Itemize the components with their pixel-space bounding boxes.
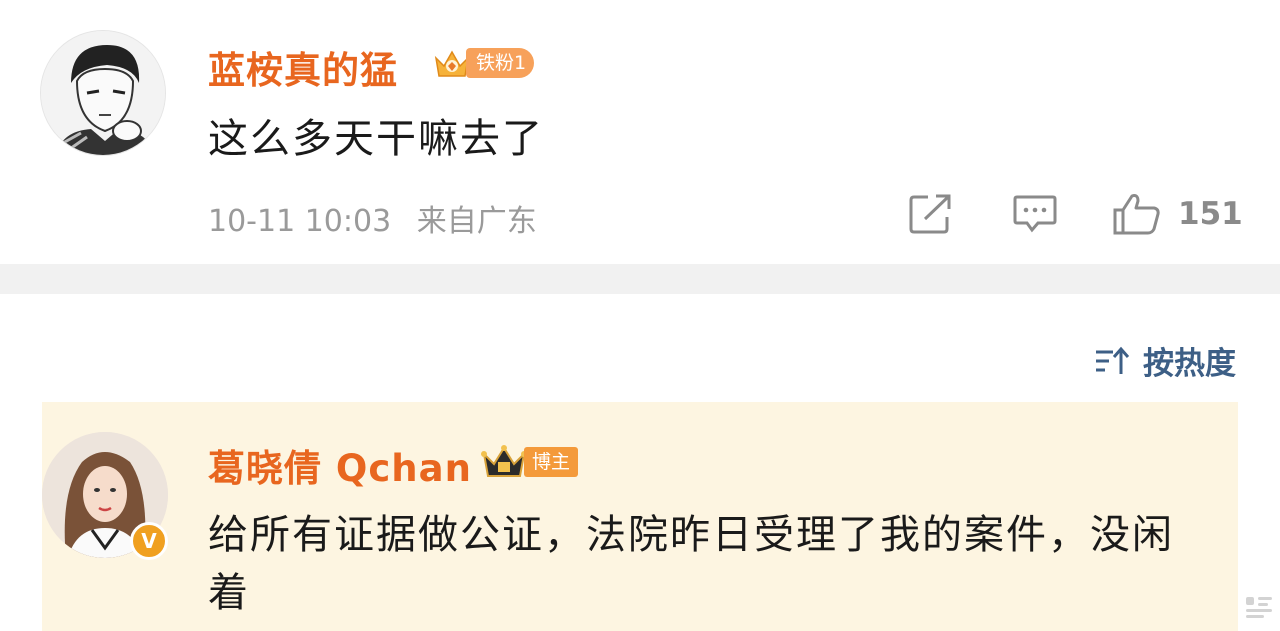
comment-location: 来自广东 bbox=[416, 204, 537, 239]
section-divider bbox=[0, 264, 1280, 294]
like-button[interactable]: 151 bbox=[1112, 192, 1243, 236]
owner-badge: 博主 bbox=[480, 442, 579, 482]
fan-badge-label: 铁粉1 bbox=[466, 48, 535, 78]
comment-icon bbox=[1013, 195, 1057, 233]
username[interactable]: 葛晓倩 Qchan bbox=[208, 438, 472, 492]
comment-meta: 10-11 10:03 来自广东 bbox=[208, 196, 537, 240]
owner-badge-label: 博主 bbox=[524, 447, 579, 477]
like-count: 151 bbox=[1178, 196, 1243, 232]
verified-badge-label: V bbox=[141, 529, 157, 553]
comment-item: 蓝桉真的猛 铁粉1 这么多天干嘛去了 10-11 10:03 来自广东 151 bbox=[0, 0, 1280, 264]
sort-toggle[interactable]: 按热度 bbox=[1093, 338, 1236, 383]
crown-icon bbox=[481, 445, 527, 477]
watermark-logo bbox=[1244, 595, 1274, 625]
share-icon bbox=[909, 194, 951, 234]
comment-item-highlighted: V 葛晓倩 Qchan 博主 给所有证据做公证，法院昨日受理了我的案件，没闲着 bbox=[42, 402, 1238, 631]
comment-date: 10-11 10:03 bbox=[208, 204, 392, 239]
comment-text: 给所有证据做公证，法院昨日受理了我的案件，没闲着 bbox=[208, 512, 1174, 616]
like-icon bbox=[1113, 194, 1160, 235]
user-avatar[interactable] bbox=[40, 30, 166, 156]
share-button[interactable] bbox=[908, 192, 954, 236]
sort-label: 按热度 bbox=[1143, 346, 1236, 382]
reply-button[interactable] bbox=[1012, 192, 1058, 236]
sort-icon bbox=[1096, 346, 1130, 374]
username[interactable]: 蓝桉真的猛 bbox=[208, 40, 398, 94]
fan-badge[interactable]: 铁粉1 bbox=[432, 44, 535, 82]
verified-badge: V bbox=[130, 522, 168, 560]
comment-text: 这么多天干嘛去了 bbox=[208, 116, 544, 162]
